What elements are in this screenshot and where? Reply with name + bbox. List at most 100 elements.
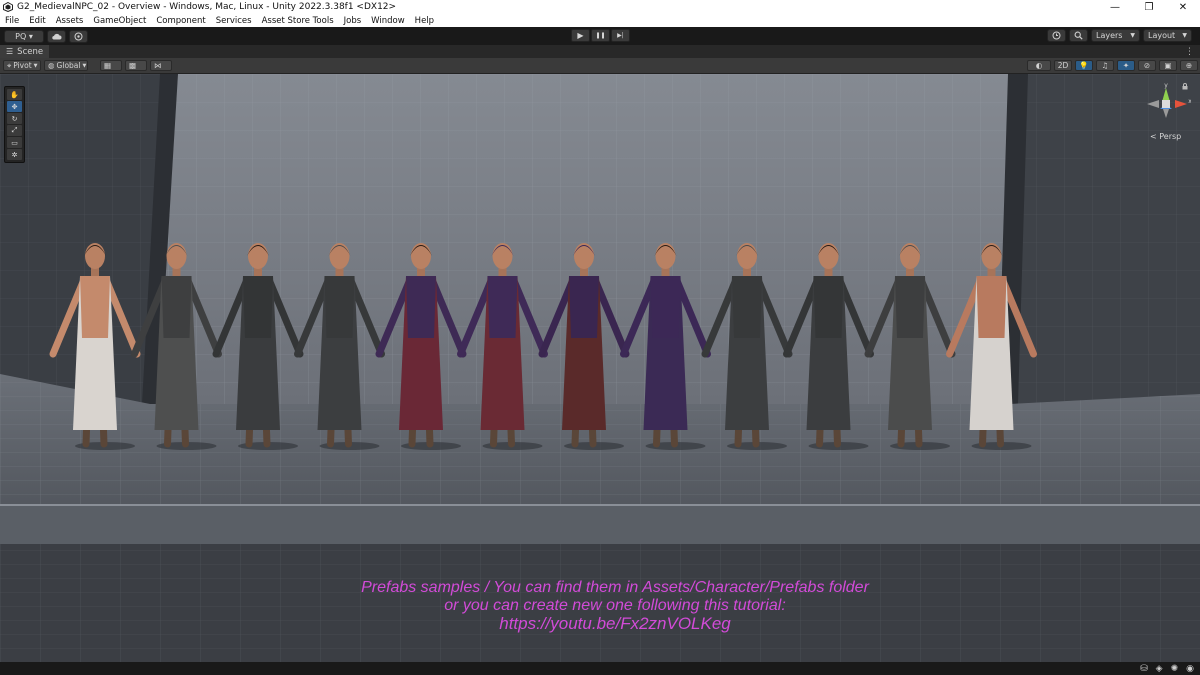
projection-label[interactable]: < Persp xyxy=(1150,132,1181,141)
toggle-2d-button[interactable]: 2D xyxy=(1054,60,1072,71)
global-dropdown[interactable]: ◍ Global ▼ xyxy=(44,60,88,71)
main-toolbar: PQ ▾ ▶ ❚❚ ▶| Layers ▼ Layout ▼ xyxy=(0,27,1200,45)
collab-button[interactable] xyxy=(69,29,88,43)
transform-icon: ✲ xyxy=(11,150,18,159)
rect-tool[interactable]: ▭ xyxy=(7,137,22,148)
scene-viewport[interactable]: ✋ ✥ ↻ ⤢ ▭ ✲ y x < Persp Prefabs samples … xyxy=(0,74,1200,662)
hand-tool[interactable]: ✋ xyxy=(7,89,22,100)
gizmo-center[interactable] xyxy=(1162,100,1170,108)
lock-icon[interactable] xyxy=(1182,83,1188,90)
camera-settings-dropdown[interactable]: ▣ xyxy=(1159,60,1177,71)
globe-icon: ◍ xyxy=(48,61,55,70)
cloud-button[interactable] xyxy=(47,29,66,43)
grid-icon: ▦ xyxy=(104,61,112,70)
scene-toolbar: ⌖ Pivot ▼ ◍ Global ▼ ▦ ▩ ⋈ ◐ 2D 💡 ♫ ✦ ⊘ ▣ ⊕ xyxy=(0,58,1200,74)
align-icon: ⋈ xyxy=(154,61,162,70)
audio-icon: ♫ xyxy=(1101,61,1109,70)
transform-tool[interactable]: ✲ xyxy=(7,149,22,160)
rotate-tool[interactable]: ↻ xyxy=(7,113,22,124)
gizmo-neg-x-axis[interactable] xyxy=(1147,100,1159,108)
menu-window[interactable]: Window xyxy=(366,16,410,26)
gizmo-x-axis[interactable] xyxy=(1175,100,1187,108)
play-button[interactable]: ▶ xyxy=(571,29,590,42)
grid-snap-dropdown[interactable]: ▦ xyxy=(100,60,122,71)
window-titlebar: G2_MedievalNPC_02 - Overview - Windows, … xyxy=(0,0,1200,14)
layers-dropdown[interactable]: Layers ▼ xyxy=(1091,29,1140,42)
close-button[interactable]: ✕ xyxy=(1166,0,1200,14)
gizmo-y-axis[interactable] xyxy=(1162,88,1170,102)
menu-bar: File Edit Assets GameObject Component Se… xyxy=(0,14,1200,27)
transform-tool-palette: ✋ ✥ ↻ ⤢ ▭ ✲ xyxy=(4,86,25,163)
hand-icon: ✋ xyxy=(10,90,19,99)
tab-scene-label: Scene xyxy=(17,46,44,57)
minimize-button[interactable]: — xyxy=(1098,0,1132,14)
undo-history-button[interactable] xyxy=(1047,29,1066,42)
scale-icon: ⤢ xyxy=(11,126,18,134)
chevron-down-icon: ▼ xyxy=(33,62,38,69)
pivot-dropdown[interactable]: ⌖ Pivot ▼ xyxy=(3,60,41,71)
layout-label: Layout xyxy=(1148,31,1176,40)
step-button[interactable]: ▶| xyxy=(611,29,630,42)
more-options-icon[interactable]: ⋮ xyxy=(1185,47,1194,57)
gizmo-x-label: x xyxy=(1188,98,1191,105)
gizmo-y-label: y xyxy=(1164,82,1168,89)
pause-button[interactable]: ❚❚ xyxy=(591,29,610,42)
chevron-down-icon: ▼ xyxy=(1182,32,1187,39)
toggle-lighting-button[interactable]: 💡 xyxy=(1075,60,1093,71)
maximize-button[interactable]: ❐ xyxy=(1132,0,1166,14)
menu-assets[interactable]: Assets xyxy=(51,16,89,26)
increment-snap-dropdown[interactable]: ▩ xyxy=(125,60,147,71)
network-icon[interactable]: ⛁ xyxy=(1140,664,1148,674)
caption-line-1: Prefabs samples / You can find them in A… xyxy=(361,579,869,596)
move-tool[interactable]: ✥ xyxy=(7,101,22,112)
caption-line-2: or you can create new one following this… xyxy=(444,597,786,614)
shading-mode-dropdown[interactable]: ◐ xyxy=(1027,60,1051,71)
menu-component[interactable]: Component xyxy=(151,16,210,26)
menu-file[interactable]: File xyxy=(0,16,24,26)
menu-asset-store-tools[interactable]: Asset Store Tools xyxy=(257,16,339,26)
global-label: Global xyxy=(56,61,81,70)
bug-icon[interactable]: ✺ xyxy=(1171,664,1179,674)
cache-icon[interactable]: ◈ xyxy=(1156,664,1163,674)
menu-jobs[interactable]: Jobs xyxy=(339,16,367,26)
caption-link: https://youtu.be/Fx2znVOLKeg xyxy=(499,614,731,633)
search-button[interactable] xyxy=(1069,29,1088,42)
scene-tab-bar: ☰ Scene ⋮ xyxy=(0,45,1200,58)
tutorial-caption: Prefabs samples / You can find them in A… xyxy=(0,579,1200,633)
scene-render xyxy=(0,74,1200,662)
rotate-icon: ↻ xyxy=(11,114,18,123)
rect-icon: ▭ xyxy=(11,138,18,147)
toggle-effects-button[interactable]: ✦ xyxy=(1117,60,1135,71)
mode-2d-label: 2D xyxy=(1057,61,1069,70)
snap-icon: ▩ xyxy=(129,61,137,70)
menu-edit[interactable]: Edit xyxy=(24,16,50,26)
layout-dropdown[interactable]: Layout ▼ xyxy=(1143,29,1192,42)
window-title: G2_MedievalNPC_02 - Overview - Windows, … xyxy=(17,2,397,12)
chevron-down-icon: ▼ xyxy=(82,62,87,69)
cloud-icon xyxy=(52,33,62,39)
toggle-visibility-button[interactable]: ⊘ xyxy=(1138,60,1156,71)
menu-services[interactable]: Services xyxy=(211,16,257,26)
toggle-audio-button[interactable]: ♫ xyxy=(1096,60,1114,71)
history-icon xyxy=(1052,31,1061,40)
lightbulb-icon: 💡 xyxy=(1079,61,1089,70)
camera-icon: ▣ xyxy=(1164,61,1172,70)
target-icon xyxy=(74,32,83,40)
gizmo-icon: ⊕ xyxy=(1185,61,1193,70)
search-icon xyxy=(1074,31,1083,40)
pivot-label: Pivot xyxy=(13,61,32,70)
account-label: PQ ▾ xyxy=(15,31,33,41)
scale-tool[interactable]: ⤢ xyxy=(7,125,22,136)
align-dropdown[interactable]: ⋈ xyxy=(150,60,172,71)
account-dropdown[interactable]: PQ ▾ xyxy=(4,29,44,43)
menu-help[interactable]: Help xyxy=(410,16,439,26)
step-icon: ▶| xyxy=(617,32,624,39)
play-icon: ▶ xyxy=(577,31,584,40)
menu-gameobject[interactable]: GameObject xyxy=(88,16,151,26)
tab-scene[interactable]: ☰ Scene xyxy=(0,45,50,58)
pivot-icon: ⌖ xyxy=(7,60,12,70)
gizmos-dropdown[interactable]: ⊕ xyxy=(1180,60,1198,71)
status-bar: ⛁ ◈ ✺ ◉ xyxy=(0,662,1200,675)
orientation-gizmo[interactable]: y x xyxy=(1141,82,1191,138)
check-icon[interactable]: ◉ xyxy=(1186,664,1194,674)
